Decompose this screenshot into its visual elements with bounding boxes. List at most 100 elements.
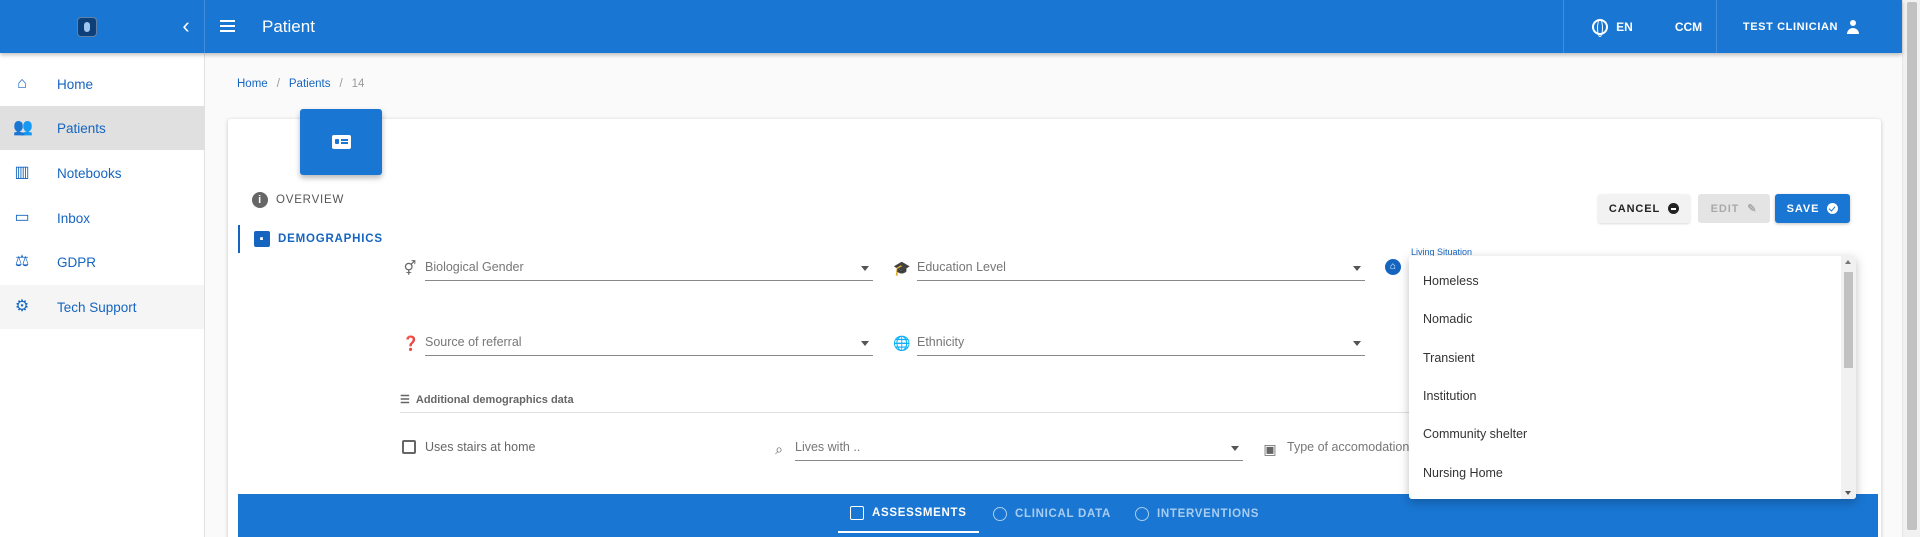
gender-icon: ⚥	[403, 260, 417, 276]
sidebar-item-home[interactable]: ⌂ Home	[0, 62, 204, 106]
page-title: Patient	[262, 17, 315, 36]
tab-clinical-data[interactable]: CLINICAL DATA	[993, 494, 1111, 534]
chevron-down-icon	[861, 341, 869, 346]
tab-demographics-label: DEMOGRAPHICS	[278, 233, 383, 245]
lives-with-select[interactable]: Lives with ..	[795, 435, 1243, 461]
dropdown-scrollbar[interactable]	[1841, 256, 1856, 499]
check-circle-icon	[1827, 203, 1839, 214]
uses-stairs-checkbox[interactable]: Uses stairs at home	[402, 440, 535, 454]
language-label: EN	[1616, 19, 1633, 34]
tab-clinical-data-label: CLINICAL DATA	[1015, 508, 1111, 520]
support-icon: ⚙	[14, 298, 30, 315]
logo-area: ‹	[0, 0, 205, 53]
collapse-sidebar-button[interactable]: ‹	[174, 14, 198, 38]
card-header-badge	[300, 109, 382, 175]
gavel-icon: ⚖	[14, 253, 30, 270]
language-selector[interactable]: EN	[1563, 0, 1661, 53]
chevron-down-icon	[861, 266, 869, 271]
living-option-institution[interactable]: Institution	[1409, 377, 1839, 415]
sidebar-item-label: Home	[57, 76, 94, 92]
cancel-icon	[1668, 203, 1680, 214]
field-label: Lives with ..	[795, 440, 861, 454]
top-app-bar: ‹ Patient EN CCM TEST CLINICIAN	[0, 0, 1902, 53]
section-divider	[400, 412, 1440, 413]
checkbox-box[interactable]	[402, 440, 416, 454]
checkbox-label: Uses stairs at home	[425, 440, 536, 454]
assessment-icon	[850, 505, 864, 520]
info-icon: i	[252, 192, 268, 208]
cancel-label: CANCEL	[1608, 202, 1661, 215]
field-label: Biological Gender	[425, 260, 524, 274]
globe-icon: 🌐	[893, 335, 911, 351]
gauge-icon	[993, 507, 1007, 521]
app-logo	[77, 17, 97, 37]
tab-assessments-label: ASSESSMENTS	[872, 506, 967, 519]
account-icon	[1846, 19, 1860, 34]
edit-button[interactable]: EDIT ✎	[1698, 194, 1770, 223]
user-name: TEST CLINICIAN	[1742, 20, 1839, 33]
save-button[interactable]: SAVE	[1775, 194, 1850, 223]
living-situation-dropdown: Homeless Nomadic Transient Institution C…	[1409, 256, 1856, 499]
home-icon: ⌂	[17, 75, 27, 92]
sidebar-item-label: Patients	[57, 120, 106, 136]
sidebar: ⌂ Home 👥 Patients ▥ Notebooks ▭ Inbox ⚖ …	[0, 53, 205, 537]
edit-label: EDIT	[1710, 202, 1740, 215]
field-label: Type of accomodation	[1287, 440, 1410, 454]
ethnicity-select[interactable]: Ethnicity	[917, 330, 1365, 356]
sidebar-item-inbox[interactable]: ▭ Inbox	[0, 196, 204, 240]
sidebar-item-notebooks[interactable]: ▥ Notebooks	[0, 151, 204, 195]
field-label: Ethnicity	[917, 335, 965, 349]
home-search-icon: ⌕	[775, 441, 783, 457]
field-label: Source of referral	[425, 335, 522, 349]
sidebar-item-tech-support[interactable]: ⚙ Tech Support	[0, 285, 204, 329]
breadcrumb-patients-link[interactable]: Patients	[289, 78, 331, 90]
living-option-nomadic[interactable]: Nomadic	[1409, 300, 1839, 338]
bottom-tab-bar: ASSESSMENTS CLINICAL DATA INTERVENTIONS	[238, 494, 1878, 537]
alarm-icon	[1135, 507, 1149, 521]
sidebar-item-label: GDPR	[57, 254, 97, 270]
menu-icon[interactable]	[217, 14, 241, 38]
save-label: SAVE	[1786, 202, 1820, 215]
tab-overview[interactable]: i OVERVIEW	[238, 186, 344, 214]
living-option-homeless[interactable]: Homeless	[1409, 262, 1839, 300]
tab-interventions-label: INTERVENTIONS	[1157, 508, 1260, 520]
page-scrollbar[interactable]	[1902, 0, 1920, 537]
source-of-referral-select[interactable]: Source of referral	[425, 330, 873, 356]
biological-gender-select[interactable]: Biological Gender	[425, 255, 873, 281]
ccm-button[interactable]: CCM	[1661, 0, 1716, 53]
breadcrumb: Home / Patients/14	[237, 78, 365, 90]
sidebar-item-label: Tech Support	[57, 299, 137, 315]
breadcrumb-home-link[interactable]: Home	[237, 78, 268, 90]
scroll-up-icon[interactable]	[1845, 260, 1851, 264]
tab-interventions[interactable]: INTERVENTIONS	[1135, 494, 1259, 534]
list-person-icon: ☰	[400, 394, 410, 406]
school-icon: 🎓	[893, 260, 911, 276]
inbox-icon: ▭	[14, 209, 30, 226]
section-title-label: Additional demographics data	[415, 393, 574, 406]
chevron-down-icon	[1353, 341, 1361, 346]
globe-icon	[1592, 18, 1609, 37]
additional-demographics-heading: ☰ Additional demographics data	[400, 393, 574, 407]
id-card-icon	[332, 135, 351, 149]
education-level-select[interactable]: Education Level	[917, 255, 1365, 281]
tab-overview-label: OVERVIEW	[276, 194, 345, 206]
scrollbar-thumb[interactable]	[1844, 272, 1853, 368]
field-label: Education Level	[917, 260, 1006, 274]
sidebar-item-patients[interactable]: 👥 Patients	[0, 106, 204, 150]
house-icon: ⌂	[1385, 259, 1401, 275]
cancel-button[interactable]: CANCEL	[1598, 194, 1690, 223]
living-option-community-shelter[interactable]: Community shelter	[1409, 415, 1839, 453]
user-menu-button[interactable]: TEST CLINICIAN	[1716, 0, 1886, 53]
tab-demographics[interactable]: ▪ DEMOGRAPHICS	[238, 225, 383, 253]
tab-assessments[interactable]: ASSESSMENTS	[838, 494, 979, 533]
people-icon: 👥	[13, 119, 33, 136]
bar-chart-icon: ▥	[14, 164, 30, 181]
referral-icon: ❓	[402, 335, 420, 351]
living-option-transient[interactable]: Transient	[1409, 339, 1839, 377]
sidebar-item-gdpr[interactable]: ⚖ GDPR	[0, 240, 204, 284]
living-option-nursing-home[interactable]: Nursing Home	[1409, 454, 1839, 492]
sidebar-item-label: Notebooks	[57, 165, 122, 181]
scroll-down-icon[interactable]	[1845, 491, 1851, 495]
contact-card-icon: ▪	[254, 231, 270, 247]
pencil-icon: ✎	[1747, 203, 1758, 215]
